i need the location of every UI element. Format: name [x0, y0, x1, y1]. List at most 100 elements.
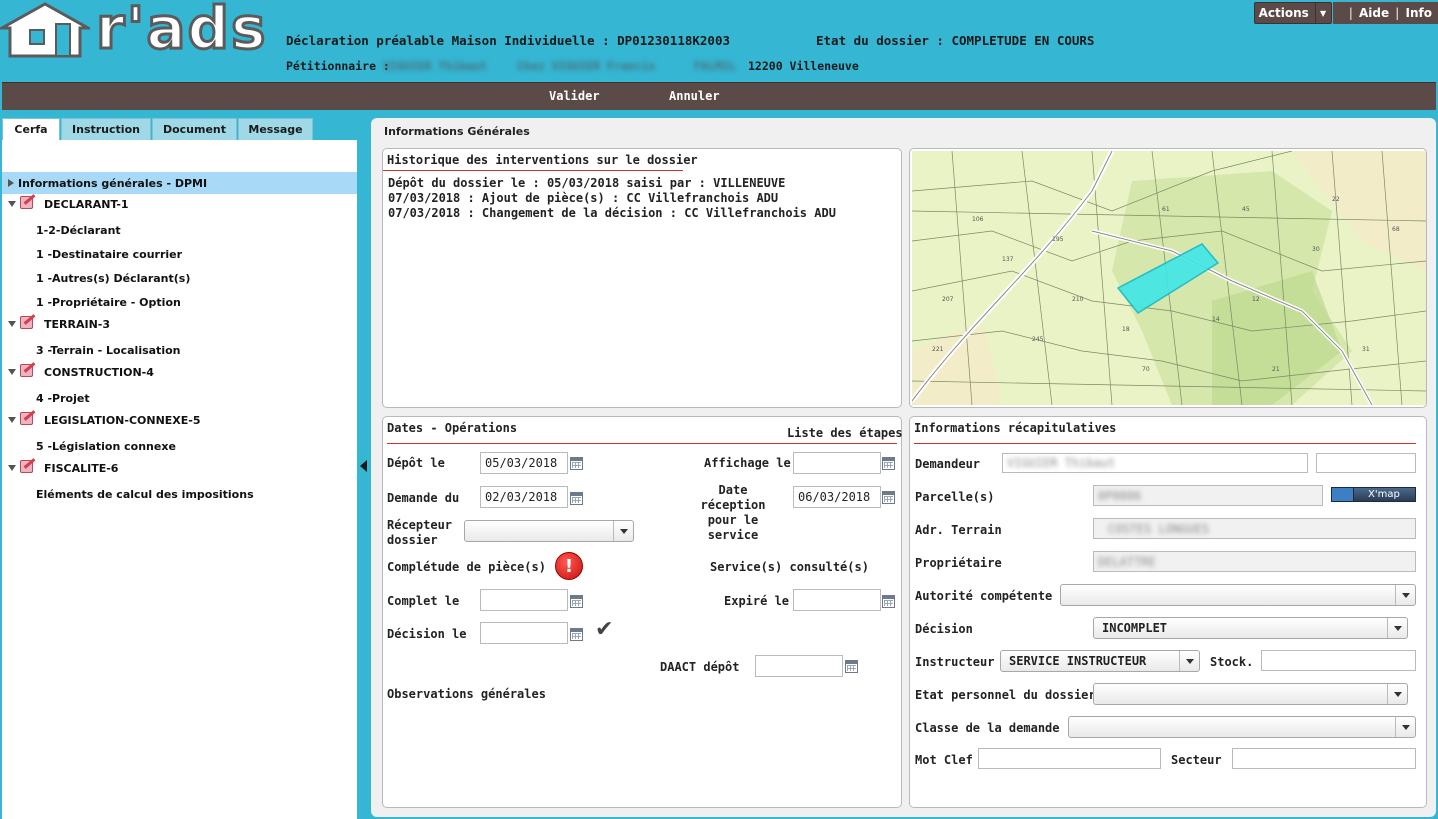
tree-item-label: CONSTRUCTION-4	[44, 365, 154, 379]
instructeur-select[interactable]: SERVICE INSTRUCTEUR	[1000, 650, 1200, 672]
depot-date-input[interactable]: 05/03/2018	[480, 452, 568, 474]
reception-label: Date réception pour le service	[700, 483, 766, 542]
dates-panel: Dates - Opérations Liste des étapes Dépô…	[382, 416, 903, 808]
calendar-icon[interactable]	[570, 492, 583, 505]
demandeur-label: Demandeur	[915, 457, 981, 471]
stock-input[interactable]	[1261, 650, 1416, 671]
calendar-icon[interactable]	[882, 595, 895, 608]
alert-icon[interactable]: !	[555, 552, 583, 580]
tree-folder-declarant[interactable]: DECLARANT-1	[2, 193, 357, 215]
tree-folder-legislation[interactable]: LEGISLATION-CONNEXE-5	[2, 409, 357, 431]
cerfa-tree-panel: Informations générales - DPMI DECLARANT-…	[2, 140, 357, 819]
parcelle-input[interactable]: 0P0006	[1093, 485, 1323, 506]
tree-item-legislation-connexe[interactable]: 5 -Législation connexe	[2, 435, 357, 457]
calendar-icon[interactable]	[882, 491, 895, 504]
cadastral-map[interactable]: 106 137 195 210 245 61 14 12 30 31 207 221 70 21 6…	[912, 151, 1426, 405]
autorite-select[interactable]	[1060, 584, 1416, 606]
aide-link[interactable]: Aide	[1359, 6, 1389, 20]
petitioner-city: 12200 Villeneuve	[748, 59, 859, 73]
form-edit-icon	[20, 194, 38, 212]
liste-etapes-link[interactable]: Liste des étapes	[787, 426, 903, 441]
tree-item-informations-generales[interactable]: Informations générales - DPMI	[2, 172, 357, 194]
mot-clef-input[interactable]	[978, 748, 1161, 769]
parcelle-label: Parcelle(s)	[915, 490, 995, 504]
calendar-icon[interactable]	[882, 457, 895, 470]
globe-icon	[1332, 488, 1354, 501]
adr-terrain-input[interactable]: COSTES LONGUES	[1093, 518, 1416, 539]
tree-folder-construction[interactable]: CONSTRUCTION-4	[2, 361, 357, 383]
svg-text:70: 70	[1142, 366, 1150, 373]
left-tabs: Cerfa Instruction Document Message	[2, 118, 314, 140]
recepteur-select[interactable]	[464, 520, 634, 542]
chevron-down-icon	[1387, 618, 1407, 638]
tab-cerfa[interactable]: Cerfa	[2, 118, 60, 140]
svg-text:245: 245	[1032, 336, 1044, 343]
calendar-icon[interactable]	[570, 628, 583, 641]
tree-folder-terrain[interactable]: TERRAIN-3	[2, 313, 357, 335]
tree-item-declarant[interactable]: 1-2-Déclarant	[2, 219, 357, 241]
valider-button[interactable]: Valider	[549, 89, 600, 103]
collapse-arrow-icon	[8, 321, 16, 327]
mot-clef-label: Mot Clef	[915, 753, 973, 767]
panel-splitter[interactable]	[357, 118, 371, 819]
history-line: 07/03/2018 : Changement de la décision :…	[388, 206, 836, 220]
proprietaire-input[interactable]: DELATTRE	[1093, 551, 1416, 572]
classe-demande-select[interactable]	[1068, 716, 1416, 738]
etat-personnel-select[interactable]	[1093, 683, 1408, 705]
history-line: 07/03/2018 : Ajout de pièce(s) : CC Vill…	[388, 191, 779, 205]
svg-text:210: 210	[1072, 296, 1084, 303]
form-edit-icon	[20, 362, 38, 380]
expire-date-input[interactable]	[793, 589, 881, 611]
affichage-date-input[interactable]	[793, 452, 881, 474]
affichage-label: Affichage le	[704, 456, 791, 470]
tree-item-terrain-localisation[interactable]: 3 -Terrain - Localisation	[2, 339, 357, 361]
tab-message[interactable]: Message	[238, 118, 313, 140]
top-links: | Aide | Info	[1332, 2, 1438, 24]
calendar-icon[interactable]	[570, 457, 583, 470]
tree-item-autres-declarants[interactable]: 1 -Autres(s) Déclarant(s)	[2, 267, 357, 289]
tree-item-projet[interactable]: 4 -Projet	[2, 387, 357, 409]
parcelle-value: 0P0006	[1098, 488, 1142, 503]
observations-label: Observations générales	[387, 687, 546, 701]
decision-date-label: Décision le	[387, 627, 467, 641]
svg-text:22: 22	[1332, 196, 1340, 203]
annuler-button[interactable]: Annuler	[669, 89, 720, 103]
checkmark-icon[interactable]: ✔	[595, 617, 613, 642]
adr-terrain-label: Adr. Terrain	[915, 523, 1002, 537]
tree-item-destinataire[interactable]: 1 -Destinataire courrier	[2, 243, 357, 265]
classe-demande-label: Classe de la demande	[915, 721, 1060, 735]
calendar-icon[interactable]	[845, 660, 858, 673]
chevron-down-icon	[613, 521, 633, 541]
info-link[interactable]: Info	[1406, 6, 1432, 20]
tab-instruction[interactable]: Instruction	[61, 118, 151, 140]
house-logo-icon	[0, 2, 94, 58]
svg-text:45: 45	[1242, 206, 1250, 213]
recepteur-label: Récepteur dossier	[387, 518, 453, 547]
complet-date-input[interactable]	[480, 589, 568, 611]
svg-text:12: 12	[1252, 296, 1260, 303]
decision-date-input[interactable]	[480, 622, 568, 644]
petitioner-place: FALMIL	[694, 59, 736, 73]
decision-select[interactable]: INCOMPLET	[1093, 617, 1408, 639]
tree-item-calcul-impositions[interactable]: Eléments de calcul des impositions	[2, 483, 357, 505]
demande-date-input[interactable]: 02/03/2018	[480, 486, 568, 508]
daact-date-input[interactable]	[755, 655, 843, 677]
tab-document[interactable]: Document	[152, 118, 237, 140]
toolbar: Valider Annuler	[2, 82, 1436, 110]
collapse-arrow-icon	[8, 369, 16, 375]
collapse-left-icon[interactable]	[360, 460, 367, 472]
top-right-menu: Actions ▼ | Aide | Info	[1253, 2, 1438, 24]
chevron-down-icon	[1395, 585, 1415, 605]
tree-folder-fiscalite[interactable]: FISCALITE-6	[2, 457, 357, 479]
demandeur-extra-input[interactable]	[1316, 453, 1416, 473]
svg-text:21: 21	[1272, 366, 1280, 373]
xmap-button[interactable]: X'map	[1331, 487, 1416, 502]
petitioner-extra: Chez VIGUIER Francis	[517, 59, 656, 73]
secteur-input[interactable]	[1232, 748, 1416, 769]
calendar-icon[interactable]	[570, 595, 583, 608]
tree-item-proprietaire[interactable]: 1 -Propriétaire - Option	[2, 291, 357, 313]
demandeur-input[interactable]: VIGUIER Thibaut	[1002, 453, 1308, 473]
reception-date-input[interactable]: 06/03/2018	[793, 486, 881, 508]
actions-button[interactable]: Actions ▼	[1253, 2, 1332, 24]
separator: |	[1348, 6, 1353, 20]
